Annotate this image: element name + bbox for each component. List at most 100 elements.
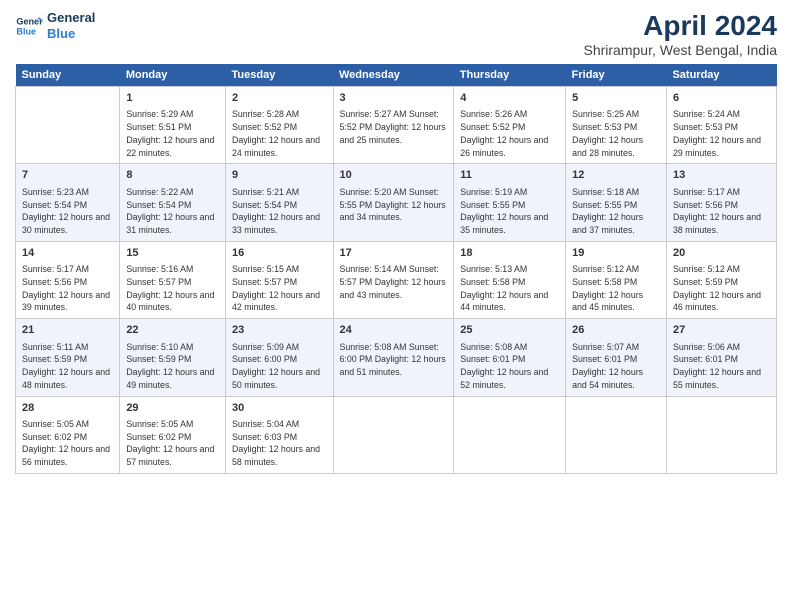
day-info: Sunrise: 5:09 AM Sunset: 6:00 PM Dayligh… — [232, 341, 326, 392]
day-cell: 28 Sunrise: 5:05 AM Sunset: 6:02 PM Dayli… — [16, 396, 120, 473]
day-cell: 19 Sunrise: 5:12 AM Sunset: 5:58 PM Dayli… — [566, 241, 667, 318]
day-number: 4 — [460, 91, 559, 106]
day-cell: 24 Sunrise: 5:08 AM Sunset: 6:00 PM Dayli… — [333, 319, 454, 396]
day-number: 15 — [126, 246, 219, 261]
day-cell: 2 Sunrise: 5:28 AM Sunset: 5:52 PM Daylig… — [226, 87, 333, 164]
calendar-body: 1 Sunrise: 5:29 AM Sunset: 5:51 PM Daylig… — [16, 87, 777, 474]
day-number: 6 — [673, 91, 770, 106]
col-tuesday: Tuesday — [226, 64, 333, 87]
day-cell: 5 Sunrise: 5:25 AM Sunset: 5:53 PM Daylig… — [566, 87, 667, 164]
day-info: Sunrise: 5:20 AM Sunset: 5:55 PM Dayligh… — [340, 186, 448, 224]
day-number: 13 — [673, 168, 770, 183]
day-info: Sunrise: 5:12 AM Sunset: 5:58 PM Dayligh… — [572, 263, 660, 314]
subtitle: Shrirampur, West Bengal, India — [583, 42, 777, 58]
day-cell: 8 Sunrise: 5:22 AM Sunset: 5:54 PM Daylig… — [120, 164, 226, 241]
day-number: 8 — [126, 168, 219, 183]
col-thursday: Thursday — [454, 64, 566, 87]
day-info: Sunrise: 5:05 AM Sunset: 6:02 PM Dayligh… — [126, 418, 219, 469]
day-cell: 30 Sunrise: 5:04 AM Sunset: 6:03 PM Dayli… — [226, 396, 333, 473]
day-cell: 11Sunrise: 5:19 AM Sunset: 5:55 PM Dayli… — [454, 164, 566, 241]
day-info: Sunrise: 5:16 AM Sunset: 5:57 PM Dayligh… — [126, 263, 219, 314]
day-cell: 17 Sunrise: 5:14 AM Sunset: 5:57 PM Dayli… — [333, 241, 454, 318]
day-number: 16 — [232, 246, 326, 261]
day-number: 24 — [340, 323, 448, 338]
day-number: 1 — [126, 91, 219, 106]
day-cell: 3 Sunrise: 5:27 AM Sunset: 5:52 PM Daylig… — [333, 87, 454, 164]
day-number: 28 — [22, 401, 113, 416]
logo-name: General Blue — [47, 10, 95, 41]
day-number: 19 — [572, 246, 660, 261]
day-number: 27 — [673, 323, 770, 338]
day-info: Sunrise: 5:11 AM Sunset: 5:59 PM Dayligh… — [22, 341, 113, 392]
day-info: Sunrise: 5:05 AM Sunset: 6:02 PM Dayligh… — [22, 418, 113, 469]
day-number: 10 — [340, 168, 448, 183]
week-row-5: 28 Sunrise: 5:05 AM Sunset: 6:02 PM Dayli… — [16, 396, 777, 473]
week-row-2: 7 Sunrise: 5:23 AM Sunset: 5:54 PM Daylig… — [16, 164, 777, 241]
day-cell: 16 Sunrise: 5:15 AM Sunset: 5:57 PM Dayli… — [226, 241, 333, 318]
day-info: Sunrise: 5:04 AM Sunset: 6:03 PM Dayligh… — [232, 418, 326, 469]
header-row: Sunday Monday Tuesday Wednesday Thursday… — [16, 64, 777, 87]
col-monday: Monday — [120, 64, 226, 87]
calendar-table: Sunday Monday Tuesday Wednesday Thursday… — [15, 64, 777, 474]
day-info: Sunrise: 5:08 AM Sunset: 6:00 PM Dayligh… — [340, 341, 448, 379]
day-info: Sunrise: 5:06 AM Sunset: 6:01 PM Dayligh… — [673, 341, 770, 392]
day-number: 14 — [22, 246, 113, 261]
day-cell: 15 Sunrise: 5:16 AM Sunset: 5:57 PM Dayli… — [120, 241, 226, 318]
day-cell: 12Sunrise: 5:18 AM Sunset: 5:55 PM Dayli… — [566, 164, 667, 241]
day-info: Sunrise: 5:28 AM Sunset: 5:52 PM Dayligh… — [232, 108, 326, 159]
day-info: Sunrise: 5:27 AM Sunset: 5:52 PM Dayligh… — [340, 108, 448, 146]
logo-icon: General Blue — [15, 12, 43, 40]
day-cell: 27 Sunrise: 5:06 AM Sunset: 6:01 PM Dayli… — [666, 319, 776, 396]
day-number: 17 — [340, 246, 448, 261]
day-info: Sunrise: 5:12 AM Sunset: 5:59 PM Dayligh… — [673, 263, 770, 314]
svg-text:Blue: Blue — [16, 26, 36, 36]
col-saturday: Saturday — [666, 64, 776, 87]
day-number: 18 — [460, 246, 559, 261]
col-friday: Friday — [566, 64, 667, 87]
day-cell: 13 Sunrise: 5:17 AM Sunset: 5:56 PM Dayli… — [666, 164, 776, 241]
day-info: Sunrise: 5:17 AM Sunset: 5:56 PM Dayligh… — [22, 263, 113, 314]
day-info: Sunrise: 5:15 AM Sunset: 5:57 PM Dayligh… — [232, 263, 326, 314]
day-info: Sunrise: 5:14 AM Sunset: 5:57 PM Dayligh… — [340, 263, 448, 301]
day-cell — [16, 87, 120, 164]
day-cell: 4 Sunrise: 5:26 AM Sunset: 5:52 PM Daylig… — [454, 87, 566, 164]
day-cell — [454, 396, 566, 473]
day-info: Sunrise: 5:07 AM Sunset: 6:01 PM Dayligh… — [572, 341, 660, 392]
day-number: 9 — [232, 168, 326, 183]
day-number: 30 — [232, 401, 326, 416]
col-wednesday: Wednesday — [333, 64, 454, 87]
page: General Blue General Blue April 2024 Shr… — [0, 0, 792, 612]
day-cell: 23Sunrise: 5:09 AM Sunset: 6:00 PM Dayli… — [226, 319, 333, 396]
col-sunday: Sunday — [16, 64, 120, 87]
day-cell: 18Sunrise: 5:13 AM Sunset: 5:58 PM Dayli… — [454, 241, 566, 318]
day-info: Sunrise: 5:26 AM Sunset: 5:52 PM Dayligh… — [460, 108, 559, 159]
day-cell — [666, 396, 776, 473]
day-cell: 9 Sunrise: 5:21 AM Sunset: 5:54 PM Daylig… — [226, 164, 333, 241]
day-cell — [333, 396, 454, 473]
day-cell: 26Sunrise: 5:07 AM Sunset: 6:01 PM Dayli… — [566, 319, 667, 396]
day-cell: 20Sunrise: 5:12 AM Sunset: 5:59 PM Dayli… — [666, 241, 776, 318]
day-info: Sunrise: 5:24 AM Sunset: 5:53 PM Dayligh… — [673, 108, 770, 159]
calendar-header: Sunday Monday Tuesday Wednesday Thursday… — [16, 64, 777, 87]
day-info: Sunrise: 5:22 AM Sunset: 5:54 PM Dayligh… — [126, 186, 219, 237]
week-row-1: 1 Sunrise: 5:29 AM Sunset: 5:51 PM Daylig… — [16, 87, 777, 164]
day-cell: 22Sunrise: 5:10 AM Sunset: 5:59 PM Dayli… — [120, 319, 226, 396]
day-info: Sunrise: 5:18 AM Sunset: 5:55 PM Dayligh… — [572, 186, 660, 237]
day-info: Sunrise: 5:23 AM Sunset: 5:54 PM Dayligh… — [22, 186, 113, 237]
day-number: 11 — [460, 168, 559, 183]
day-info: Sunrise: 5:08 AM Sunset: 6:01 PM Dayligh… — [460, 341, 559, 392]
day-info: Sunrise: 5:29 AM Sunset: 5:51 PM Dayligh… — [126, 108, 219, 159]
day-number: 7 — [22, 168, 113, 183]
day-info: Sunrise: 5:25 AM Sunset: 5:53 PM Dayligh… — [572, 108, 660, 159]
day-number: 3 — [340, 91, 448, 106]
day-cell: 1 Sunrise: 5:29 AM Sunset: 5:51 PM Daylig… — [120, 87, 226, 164]
day-cell: 29Sunrise: 5:05 AM Sunset: 6:02 PM Dayli… — [120, 396, 226, 473]
week-row-4: 21Sunrise: 5:11 AM Sunset: 5:59 PM Dayli… — [16, 319, 777, 396]
day-number: 5 — [572, 91, 660, 106]
day-number: 2 — [232, 91, 326, 106]
day-info: Sunrise: 5:21 AM Sunset: 5:54 PM Dayligh… — [232, 186, 326, 237]
main-title: April 2024 — [583, 10, 777, 42]
day-info: Sunrise: 5:17 AM Sunset: 5:56 PM Dayligh… — [673, 186, 770, 237]
day-info: Sunrise: 5:10 AM Sunset: 5:59 PM Dayligh… — [126, 341, 219, 392]
day-cell: 10 Sunrise: 5:20 AM Sunset: 5:55 PM Dayli… — [333, 164, 454, 241]
